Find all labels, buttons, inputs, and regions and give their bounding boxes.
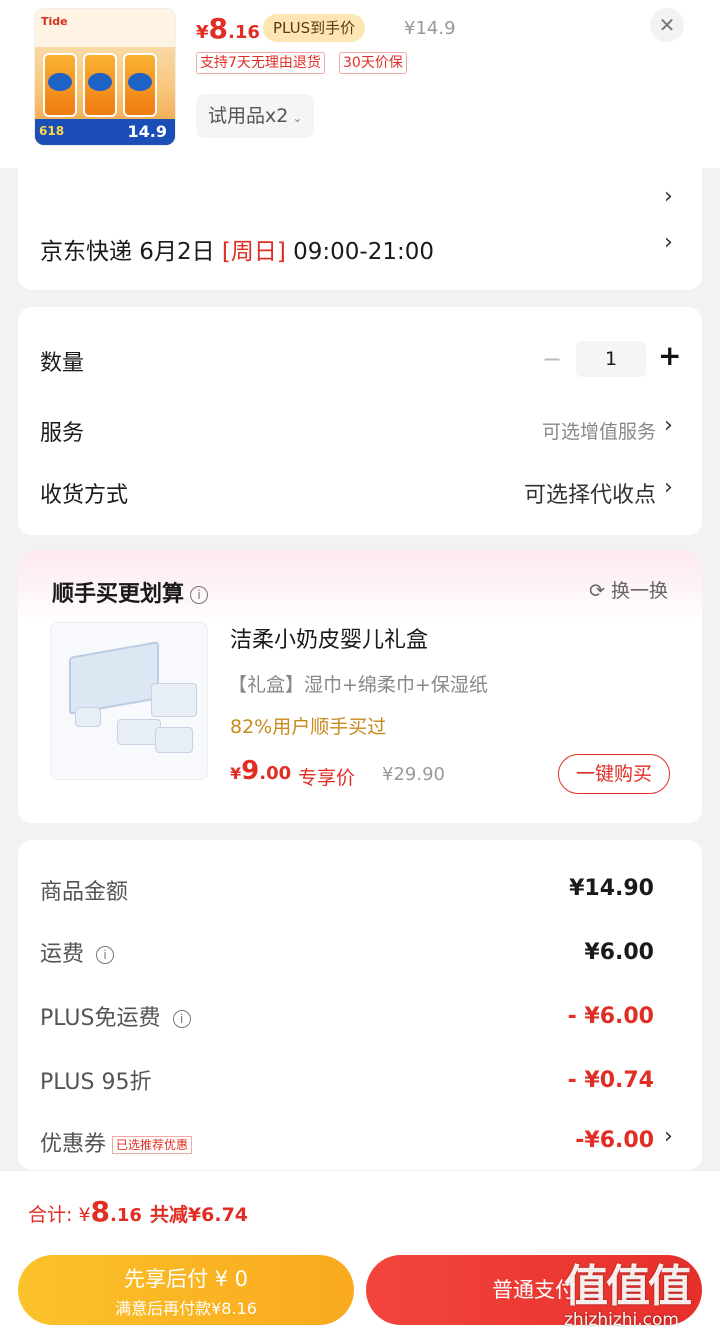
sku-selector[interactable]: 试用品x2 ⌄	[196, 94, 315, 138]
quantity-label: 数量	[40, 351, 85, 376]
receive-method-label: 收货方式	[40, 483, 129, 508]
recommend-product-name[interactable]: 洁柔小奶皮婴儿礼盒	[230, 622, 428, 654]
recommend-bought-stat: 82%用户顺手买过	[230, 716, 387, 738]
policy-badge-price-protect: 30天价保	[339, 52, 407, 74]
plus-discount-label: PLUS 95折	[40, 1070, 152, 1095]
recommend-card: 顺手买更划算 i ⟳ 换一换 洁柔小奶皮婴儿礼盒 【礼盒】湿巾+绵柔巾+保湿纸 8…	[18, 550, 702, 823]
close-button[interactable]: ✕	[650, 8, 684, 42]
recommend-product-desc: 【礼盒】湿巾+绵柔巾+保湿纸	[228, 674, 488, 696]
plus-free-shipping-value: - ¥6.00	[567, 1004, 654, 1029]
service-value[interactable]: 可选增值服务	[542, 417, 656, 444]
shipping-label: 运费 i	[40, 936, 115, 968]
address-chevron-icon[interactable]: ›	[664, 184, 673, 209]
delivery-chevron-icon[interactable]: ›	[664, 230, 673, 255]
receive-chevron-icon[interactable]: ›	[664, 475, 673, 500]
original-price: ¥14.9	[404, 18, 456, 39]
recommend-title: 顺手买更划算 i	[52, 576, 209, 608]
goods-amount-value: ¥14.90	[569, 876, 654, 901]
normal-pay-button[interactable]: 普通支付	[366, 1255, 702, 1325]
service-chevron-icon[interactable]: ›	[664, 413, 673, 438]
recommend-original-price: ¥29.90	[382, 764, 445, 785]
info-icon[interactable]: i	[96, 946, 115, 964]
delivery-card: › 京东快递 6月2日 [周日] 09:00-21:00 ›	[18, 168, 702, 290]
checkout-footer: 合计: ¥8.16 共减¥6.74 先享后付 ¥ 0 满意后再付款¥8.16 普通…	[0, 1170, 720, 1342]
total-savings: 共减¥6.74	[149, 1204, 249, 1226]
total-amount: 合计: ¥8.16 共减¥6.74	[28, 1195, 249, 1228]
delivery-weekday: [周日]	[221, 239, 286, 265]
plus-discount-value: - ¥0.74	[567, 1068, 654, 1093]
shipping-value: ¥6.00	[584, 940, 654, 965]
delivery-time-row[interactable]: 京东快递 6月2日 [周日] 09:00-21:00	[40, 232, 434, 266]
service-label: 服务	[40, 421, 85, 446]
sku-label: 试用品x2	[208, 105, 289, 127]
product-header: Tide 618 14.9 ¥8.16 PLUS到手价 ¥14.9 ✕ 支持7天无…	[0, 0, 720, 168]
goods-amount-label: 商品金额	[40, 880, 129, 905]
coupon-label[interactable]: 优惠券 已选推荐优惠	[40, 1126, 193, 1158]
product-price: ¥8.16	[196, 12, 260, 45]
plus-free-shipping-label: PLUS免运费 i	[40, 1000, 191, 1032]
quantity-plus-button[interactable]: +	[658, 339, 681, 372]
chevron-down-icon: ⌄	[292, 111, 303, 125]
product-image-caption: Tide	[41, 15, 68, 28]
coupon-value[interactable]: -¥6.00	[575, 1128, 654, 1153]
refresh-icon: ⟳	[589, 580, 605, 602]
bottle-icon	[43, 53, 77, 117]
receive-method-value[interactable]: 可选择代收点	[524, 477, 656, 509]
policy-badge-return: 支持7天无理由退货	[196, 52, 325, 74]
quantity-value[interactable]: 1	[576, 341, 646, 377]
quantity-minus-button[interactable]: −	[542, 345, 562, 373]
pay-later-button[interactable]: 先享后付 ¥ 0 满意后再付款¥8.16	[18, 1255, 354, 1325]
recommend-price: ¥9.00	[230, 756, 292, 786]
recommend-product-image[interactable]	[50, 622, 208, 780]
refresh-button[interactable]: ⟳ 换一换	[589, 576, 668, 603]
one-click-buy-button[interactable]: 一键购买	[558, 754, 670, 794]
order-options-card: 数量 − 1 + 服务 可选增值服务 › 收货方式 可选择代收点 ›	[18, 307, 702, 535]
product-image[interactable]: Tide 618 14.9	[34, 8, 176, 146]
plus-price-tag: PLUS到手价	[263, 14, 366, 42]
info-icon[interactable]: i	[190, 586, 209, 604]
bottle-icon	[83, 53, 117, 117]
info-icon[interactable]: i	[172, 1010, 191, 1028]
price-summary-card: 商品金额 ¥14.90 运费 i ¥6.00 PLUS免运费 i - ¥6.00 P…	[18, 840, 702, 1170]
exclusive-price-tag: 专享价	[298, 767, 356, 789]
coupon-badge: 已选推荐优惠	[112, 1136, 193, 1154]
coupon-chevron-icon[interactable]: ›	[664, 1124, 673, 1149]
bottle-icon	[123, 53, 157, 117]
